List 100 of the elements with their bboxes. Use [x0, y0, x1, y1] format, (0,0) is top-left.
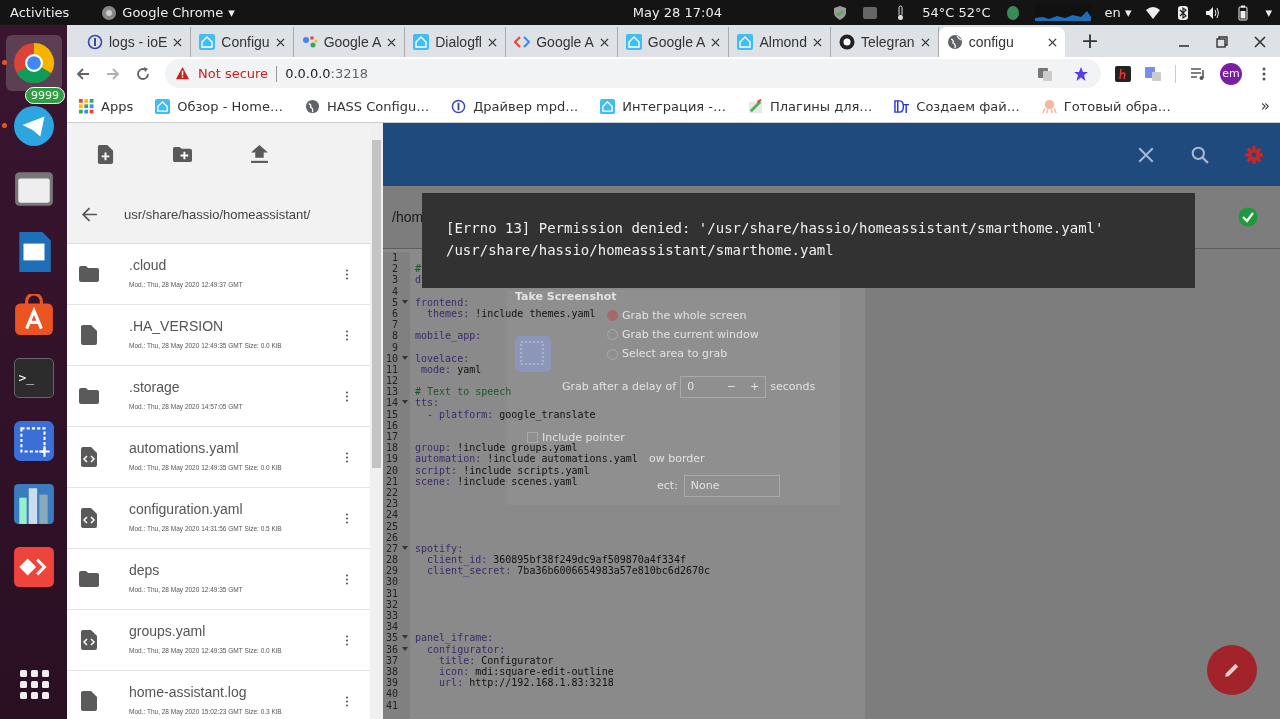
new-folder-icon[interactable] [173, 144, 192, 164]
close-icon[interactable] [599, 37, 609, 47]
translate-icon[interactable] [1145, 65, 1161, 82]
scrollbar[interactable] [370, 123, 383, 719]
back-icon[interactable] [75, 65, 91, 82]
security-warning[interactable]: Not secure [198, 66, 269, 81]
checkbox[interactable] [527, 432, 538, 444]
more-icon[interactable] [345, 573, 349, 585]
browser-tab[interactable]: Telegran [830, 27, 939, 57]
close-icon[interactable] [920, 37, 930, 47]
close-icon[interactable] [387, 37, 397, 47]
browser-tab[interactable]: logs - ioE [79, 27, 192, 57]
browser-tab[interactable]: Google A [506, 27, 618, 57]
wifi-icon[interactable] [1145, 4, 1162, 21]
bookmark[interactable]: Готовый обра… [1041, 98, 1171, 114]
file-name: .HA_VERSION [129, 317, 225, 334]
dock-item[interactable] [12, 482, 55, 525]
warning-icon [175, 66, 190, 81]
more-icon[interactable] [345, 512, 349, 524]
profile-avatar[interactable]: em [1220, 62, 1242, 85]
code-line: automation: !include automations.yaml [415, 453, 638, 465]
back-icon[interactable] [81, 205, 98, 223]
line-number: 40 [385, 688, 398, 700]
more-icon[interactable] [345, 695, 349, 707]
new-tab-button[interactable]: + [1080, 28, 1100, 54]
calendar-icon[interactable] [862, 4, 879, 21]
house-icon [199, 34, 216, 50]
more-icon[interactable] [345, 634, 349, 646]
clock[interactable]: May 28 17:04 [632, 5, 722, 20]
line-number: 17 [385, 431, 398, 442]
code-icon [514, 34, 531, 50]
house-icon [625, 34, 642, 50]
bookmark[interactable]: Обзор - Home… [155, 98, 283, 114]
file-name: home-assistant.log [129, 683, 248, 700]
code-line: title: Configurator [439, 654, 554, 666]
dock-item[interactable] [12, 293, 55, 336]
restore-icon[interactable] [1216, 36, 1228, 48]
close-icon[interactable] [488, 37, 498, 47]
app-menu[interactable]: Google Chrome ▾ [101, 4, 235, 21]
file-name: configuration.yaml [129, 500, 244, 517]
fold-arrow-icon[interactable] [402, 299, 408, 304]
code-file-icon [79, 630, 99, 650]
star-icon[interactable] [1073, 65, 1089, 82]
more-icon[interactable] [345, 329, 349, 341]
bookmark[interactable]: Создаем фай… [894, 98, 1020, 114]
fold-arrow-icon[interactable] [402, 635, 408, 640]
fold-arrow-icon[interactable] [402, 355, 408, 360]
code-line: scene: !include scenes.yaml [415, 475, 578, 487]
dock-item[interactable]: >_ [12, 356, 55, 399]
activities-button[interactable]: Activities [10, 5, 70, 20]
file-name: .cloud [129, 256, 168, 273]
bookmark[interactable]: Драйвер mpd… [451, 98, 579, 114]
dock-item[interactable] [12, 104, 55, 147]
bookmark[interactable]: Интеграция -… [600, 98, 726, 114]
more-icon[interactable] [345, 451, 349, 463]
close-icon[interactable] [711, 37, 721, 47]
browser-icon [12, 41, 55, 84]
delay-label: Grab after a delay of [562, 381, 677, 393]
line-number: 16 [385, 419, 398, 431]
bookmark[interactable]: Apps [79, 98, 134, 114]
new-file-icon[interactable] [96, 144, 115, 164]
more-icon[interactable] [345, 390, 349, 402]
extension-icon[interactable] [1115, 65, 1131, 82]
file-path-field[interactable]: /hom [392, 209, 424, 225]
browser-tab[interactable]: Google A [293, 27, 406, 57]
fold-arrow-icon[interactable] [402, 400, 408, 405]
browser-tab[interactable]: Almond [729, 27, 831, 57]
close-icon[interactable] [1254, 36, 1266, 48]
close-icon[interactable] [812, 37, 822, 47]
browser-tab[interactable]: Google A [617, 27, 730, 57]
language-menu[interactable]: en ▾ [1104, 5, 1132, 20]
close-icon[interactable] [1047, 37, 1057, 47]
dock-item[interactable] [12, 545, 55, 588]
search-icon[interactable] [1191, 145, 1209, 164]
more-bookmarks-button[interactable]: » [1260, 97, 1270, 115]
browser-tab[interactable]: configu [938, 27, 1065, 57]
system-menu[interactable]: ▾ [1265, 5, 1272, 20]
close-icon[interactable] [275, 37, 285, 47]
dock-item[interactable] [5, 34, 62, 91]
close-icon[interactable] [173, 37, 183, 47]
bookmark[interactable]: Плагины для… [748, 98, 873, 114]
info-icon [87, 34, 103, 50]
code-line: script: !include scripts.yaml [415, 464, 590, 476]
fold-arrow-icon[interactable] [402, 646, 408, 651]
address-bar[interactable]: Not secure 0.0.0.0:3218 [165, 59, 1101, 88]
browser-tab[interactable]: Dialogfl [405, 27, 507, 57]
folder-icon [79, 569, 99, 589]
upload-icon[interactable] [250, 144, 269, 164]
reload-icon[interactable] [135, 65, 151, 82]
dock-item[interactable] [12, 419, 55, 462]
code-line: group: !include groups.yaml [415, 442, 578, 454]
playlist-icon[interactable] [1190, 65, 1206, 82]
browser-tab[interactable]: Configu [191, 27, 294, 57]
translate-icon[interactable] [1037, 65, 1053, 82]
fold-arrow-icon[interactable] [402, 545, 408, 550]
radio-button[interactable] [607, 310, 618, 322]
more-icon[interactable] [345, 268, 349, 280]
bookmark[interactable]: HASS Configu… [304, 98, 430, 114]
shield-icon[interactable] [832, 4, 849, 21]
line-number: 2 [391, 263, 398, 275]
